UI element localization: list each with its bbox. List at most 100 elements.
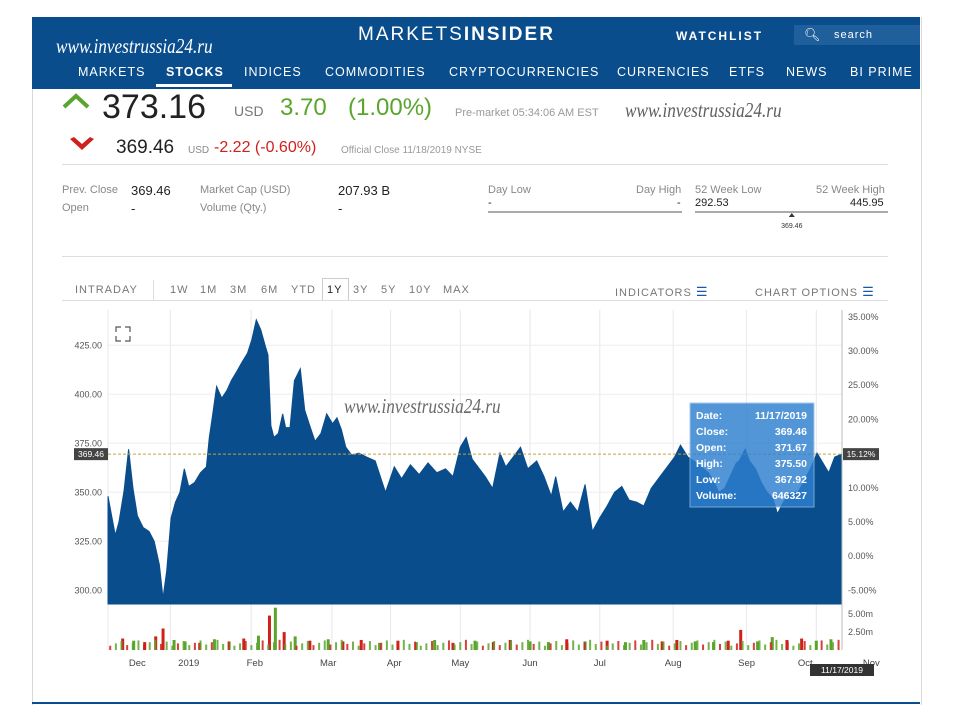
indicators-button[interactable]: INDICATORS ☰ [615, 284, 709, 300]
watermark-chart: www.investrussia24.ru [344, 394, 501, 418]
tab-10y[interactable]: 10Y [409, 284, 432, 296]
volume-bar [493, 641, 496, 650]
price-tick-label: 425.00 [74, 340, 102, 350]
percent-axis: -5.00%0.00%5.00%10.00%15.00%20.00%25.00%… [841, 310, 879, 650]
volume-bar [546, 642, 550, 650]
nav-item-currencies[interactable]: CURRENCIES [617, 65, 710, 79]
volume-bar [527, 639, 530, 650]
tooltip-value: 646327 [772, 490, 807, 502]
tab-1y[interactable]: 1Y [327, 284, 342, 296]
volume-bar [433, 639, 437, 650]
volume-bar [831, 642, 834, 650]
nav-item-indices[interactable]: INDICES [244, 65, 302, 79]
volume-bar [414, 641, 417, 650]
nav-item-news[interactable]: NEWS [786, 65, 828, 79]
day-low-label: Day Low [488, 184, 531, 196]
volume-bar [690, 642, 693, 650]
tab-1m[interactable]: 1M [200, 284, 217, 296]
volume-bar [301, 643, 304, 650]
volume-bar [148, 642, 151, 650]
tab-max[interactable]: MAX [443, 284, 470, 296]
tab-5y[interactable]: 5Y [381, 284, 396, 296]
volume-bar [473, 640, 477, 650]
volume-bar [639, 644, 642, 650]
volume-bar [182, 641, 185, 650]
tab-3y[interactable]: 3Y [353, 284, 368, 296]
percent-tick-label: 5.00% [848, 517, 874, 527]
nav-item-markets[interactable]: MARKETS [78, 65, 145, 79]
nav-item-etfs[interactable]: ETFS [729, 65, 765, 79]
markets-insider-logo[interactable]: MARKETSINSIDER [358, 24, 555, 46]
fullscreen-icon[interactable] [115, 326, 131, 342]
volume-bar [826, 644, 829, 650]
volume-bar [798, 643, 801, 650]
percent-tick-label: 20.00% [848, 414, 879, 424]
watchlist-link[interactable]: WATCHLIST [676, 29, 763, 43]
volume-bar [335, 642, 338, 650]
volume-bar [380, 642, 383, 650]
tooltip-key: Open: [696, 442, 726, 454]
price-currency: USD [234, 103, 264, 119]
volume-bar [718, 643, 721, 650]
volume-bar [577, 644, 580, 650]
stock-chart[interactable]: 300.00 325.00 350.00 375.00 400.00 425.00 -5.… [62, 302, 888, 682]
main-nav: MARKETS STOCKS INDICES COMMODITIES CRYPT… [32, 62, 920, 84]
tab-separator [153, 280, 154, 300]
percent-tick-label: 35.00% [848, 312, 879, 322]
volume-bar [673, 643, 676, 650]
volume-axis: 2.50m 5.00m [848, 609, 873, 637]
percent-tick-label: -5.00% [848, 585, 877, 595]
volume-bar [696, 640, 699, 650]
nav-item-cryptocurrencies[interactable]: CRYPTOCURRENCIES [449, 65, 599, 79]
tab-3m[interactable]: 3M [230, 284, 247, 296]
volume-bar [589, 639, 592, 650]
tab-ytd[interactable]: YTD [291, 284, 316, 296]
volume-bar [741, 641, 744, 650]
volume-bar [521, 642, 524, 650]
market-cap-value: 207.93 B [338, 183, 391, 198]
volume-bar [453, 644, 456, 650]
volume-bar [351, 641, 354, 650]
nav-item-commodities[interactable]: COMMODITIES [325, 65, 426, 79]
price-down-arrow-icon [70, 137, 94, 150]
nav-item-bi-prime[interactable]: BI PRIME [850, 65, 913, 79]
tooltip-value: 367.92 [775, 474, 807, 486]
volume-bar [572, 640, 575, 650]
official-close-price: 369.46 [116, 137, 175, 158]
week52-marker-triangle [788, 213, 795, 217]
volume-bar [814, 642, 817, 650]
nav-item-stocks[interactable]: STOCKS [166, 65, 224, 79]
volume-bar [758, 640, 761, 650]
tab-6m[interactable]: 6M [261, 284, 278, 296]
watermark-top: www.investrussia24.ru [56, 34, 213, 58]
volume-bar [487, 643, 490, 650]
volume-bar [498, 645, 501, 650]
volume-bar [165, 641, 168, 650]
tab-intraday[interactable]: INTRADAY [75, 284, 138, 296]
week52-high-value: 445.95 [850, 197, 884, 209]
volume-bar [662, 641, 665, 650]
chart-options-button[interactable]: CHART OPTIONS ☰ [755, 284, 875, 300]
search-input[interactable]: 🔍︎ search [794, 25, 920, 45]
volume-bar [239, 643, 242, 650]
volume-bar [623, 645, 626, 650]
price-up-arrow-icon [62, 93, 90, 109]
volume-bar [212, 639, 216, 650]
percent-tick-label: 10.00% [848, 483, 879, 493]
volume-bar [820, 640, 823, 650]
volume-bar [318, 642, 321, 650]
volume-bar [210, 642, 213, 650]
tab-1w[interactable]: 1W [170, 284, 189, 296]
logo-part-insider: INSIDER [463, 24, 555, 45]
volume-bar [693, 641, 697, 650]
time-tick-label: Dec [129, 658, 146, 669]
volume-bar [543, 645, 546, 650]
volume-bar [809, 645, 812, 650]
volume-bar [397, 642, 400, 650]
divider [62, 256, 888, 257]
volume-bar [323, 640, 326, 650]
volume-bar [256, 642, 259, 650]
price-tick-label: 350.00 [74, 487, 102, 497]
open-value: - [131, 201, 136, 216]
volume-bar [459, 642, 462, 650]
